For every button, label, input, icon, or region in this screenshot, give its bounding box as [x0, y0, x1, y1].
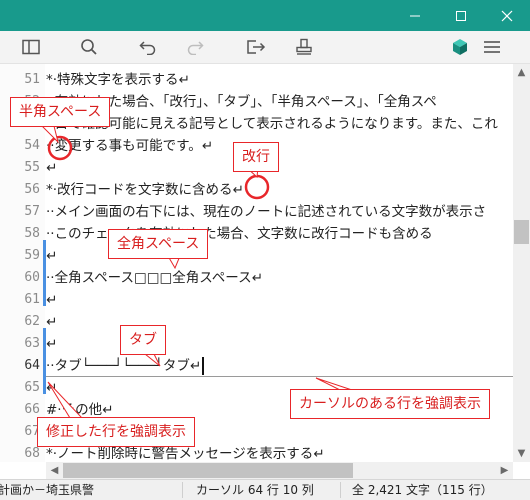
search-button[interactable] — [72, 31, 106, 63]
minimize-button[interactable] — [392, 0, 438, 31]
line-number: 56 — [24, 182, 40, 197]
line-number: 66 — [24, 402, 40, 417]
title-bar — [0, 0, 530, 31]
editor-line[interactable]: ↵ — [46, 289, 513, 311]
scroll-up-arrow-icon[interactable]: ▲ — [513, 64, 530, 81]
line-number: 59 — [24, 248, 40, 263]
export-icon — [247, 40, 266, 54]
status-divider — [340, 482, 341, 498]
sidebar-toggle-button[interactable] — [14, 31, 48, 63]
status-divider — [182, 482, 183, 498]
callout-full-space: 全角スペース — [108, 229, 209, 259]
editor-line[interactable]: ··変更する事も可能です。↵ — [46, 135, 513, 157]
editor-line[interactable]: *·改行コードを文字数に含める↵ — [46, 179, 513, 201]
redo-icon — [187, 41, 204, 55]
callout-half-space: 半角スペース — [10, 97, 111, 127]
line-number: 55 — [24, 160, 40, 175]
line-number: 62 — [24, 314, 40, 329]
callout-tab: タブ — [120, 325, 166, 355]
sidebar-toggle-icon — [22, 39, 40, 55]
callout-cursor-line: カーソルのある行を強調表示 — [290, 389, 490, 419]
status-character-count: 全 2,421 文字（115 行） — [352, 483, 493, 497]
maximize-icon — [456, 10, 466, 21]
text-caret — [202, 357, 204, 375]
vertical-scroll-thumb[interactable] — [514, 220, 529, 244]
editor-line-current[interactable]: ··タブ└───┘└───┘タブ↵ — [46, 355, 513, 377]
vertical-scrollbar[interactable] — [513, 64, 530, 462]
line-number: 60 — [24, 270, 40, 285]
line-number: 63 — [24, 336, 40, 351]
line-number: 61 — [24, 292, 40, 307]
line-number: 58 — [24, 226, 40, 241]
editor-line[interactable]: ··有効にした場合、「改行」、「タブ」、「半角スペース」、「全角スペ — [46, 91, 513, 113]
line-number: 67 — [24, 424, 40, 439]
scroll-left-arrow-icon[interactable]: ◀ — [46, 462, 63, 479]
line-number: 51 — [24, 72, 40, 87]
line-number: 57 — [24, 204, 40, 219]
line-number: 65 — [24, 380, 40, 395]
line-number: 54 — [24, 138, 40, 153]
stamp-button[interactable] — [287, 31, 321, 63]
app-cube-button[interactable] — [443, 31, 477, 63]
status-note-title: 計画か－埼玉県警 — [0, 483, 95, 497]
minimize-icon — [410, 15, 420, 16]
undo-icon — [139, 41, 156, 55]
line-number-current: 64 — [24, 358, 40, 373]
export-button[interactable] — [239, 31, 273, 63]
editor-line[interactable]: ↵ — [46, 157, 513, 179]
status-cursor-position: カーソル 64 行 10 列 — [196, 483, 314, 497]
editor-line[interactable]: ↵ — [46, 333, 513, 355]
current-line-highlight — [46, 376, 513, 377]
redo-button[interactable] — [178, 31, 212, 63]
hamburger-menu-icon — [484, 41, 500, 53]
hamburger-menu-button[interactable] — [475, 31, 509, 63]
maximize-button[interactable] — [438, 0, 484, 31]
editor-line[interactable]: *·特殊文字を表示する↵ — [46, 69, 513, 91]
undo-button[interactable] — [131, 31, 165, 63]
scroll-down-arrow-icon[interactable]: ▼ — [513, 445, 530, 462]
editor-line[interactable]: ··目で確認可能に見える記号として表示されるようになります。また、これ — [46, 113, 513, 135]
callout-modified-line: 修正した行を強調表示 — [37, 417, 195, 447]
search-icon — [81, 39, 97, 55]
close-button[interactable] — [484, 0, 530, 31]
horizontal-scroll-thumb[interactable] — [63, 463, 353, 478]
app-cube-icon — [453, 39, 467, 55]
editor-line[interactable]: ··メイン画面の右下には、現在のノートに記述されている文字数が表示さ — [46, 201, 513, 223]
status-bar: 計画か－埼玉県警 カーソル 64 行 10 列 全 2,421 文字（115 行… — [0, 479, 530, 500]
toolbar — [0, 31, 530, 64]
editor-line[interactable]: ··全角スペース□□□全角スペース↵ — [46, 267, 513, 289]
stamp-icon — [296, 38, 312, 55]
scroll-right-arrow-icon[interactable]: ▶ — [496, 462, 513, 479]
line-number: 68 — [24, 446, 40, 461]
editor-line[interactable]: ↵ — [46, 311, 513, 333]
callout-newline: 改行 — [233, 142, 279, 172]
close-icon — [501, 10, 513, 21]
